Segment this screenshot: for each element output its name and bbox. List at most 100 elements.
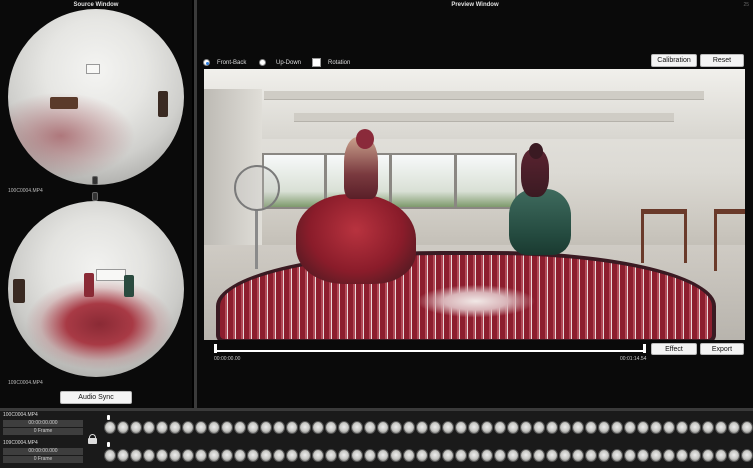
frame-thumbnail <box>104 421 116 434</box>
frame-thumbnail <box>442 421 454 434</box>
timeline-end-handle[interactable] <box>643 344 646 353</box>
rotation-label: Rotation <box>328 60 351 66</box>
ceiling-beam <box>294 113 674 122</box>
preview-timeline[interactable] <box>214 350 646 352</box>
frame-thumbnail <box>676 449 688 462</box>
frame-thumbnail <box>533 449 545 462</box>
frame-thumbnail <box>364 449 376 462</box>
track-2-timecode[interactable]: 00:00:00.000 <box>3 448 83 455</box>
track-1-thumbnails[interactable] <box>104 421 753 434</box>
effect-button[interactable]: Effect <box>651 343 697 355</box>
frame-thumbnail <box>611 449 623 462</box>
frame-thumbnail <box>637 449 649 462</box>
frame-thumbnail <box>130 449 142 462</box>
reset-button[interactable]: Reset <box>700 54 744 67</box>
frame-thumbnail <box>234 421 246 434</box>
frame-thumbnail <box>130 421 142 434</box>
track-2-name: 109C0004.MP4 <box>3 440 38 446</box>
frame-thumbnail <box>559 449 571 462</box>
up-down-radio[interactable] <box>259 59 266 66</box>
frame-thumbnail <box>273 421 285 434</box>
frame-thumbnail <box>468 449 480 462</box>
frame-thumbnail <box>273 449 285 462</box>
fisheye-musician <box>158 91 168 117</box>
preview-video[interactable] <box>204 69 745 340</box>
frame-thumbnail <box>351 421 363 434</box>
frame-thumbnail <box>650 421 662 434</box>
frame-thumbnail <box>585 449 597 462</box>
frame-thumbnail <box>403 421 415 434</box>
frame-thumbnail <box>728 421 740 434</box>
track-1-timecode[interactable]: 00:00:00.000 <box>3 420 83 427</box>
frame-thumbnail <box>221 421 233 434</box>
frame-thumbnail <box>117 449 129 462</box>
frame-thumbnail <box>689 449 701 462</box>
frame-thumbnail <box>156 449 168 462</box>
camera-2-marker <box>92 192 98 201</box>
ceiling-beam <box>264 91 704 100</box>
frame-thumbnail <box>247 449 259 462</box>
frame-thumbnail <box>520 449 532 462</box>
frame-thumbnail <box>637 421 649 434</box>
front-back-radio[interactable] <box>203 59 210 66</box>
frame-thumbnail <box>234 449 246 462</box>
audio-sync-button[interactable]: Audio Sync <box>60 391 132 404</box>
track-2-playhead[interactable] <box>107 442 110 447</box>
frame-thumbnail <box>507 449 519 462</box>
timeline-start-handle[interactable] <box>214 344 217 353</box>
lock-icon[interactable] <box>88 434 97 444</box>
frame-thumbnail <box>299 449 311 462</box>
frame-thumbnail <box>494 421 506 434</box>
frame-thumbnail <box>741 421 753 434</box>
frame-thumbnail <box>624 421 636 434</box>
track-2-frame[interactable]: 0 Frame <box>3 456 83 463</box>
persian-rug <box>216 251 716 340</box>
frame-thumbnail <box>377 421 389 434</box>
frame-thumbnail <box>377 449 389 462</box>
frame-thumbnail <box>260 421 272 434</box>
frame-thumbnail <box>572 449 584 462</box>
rotation-checkbox[interactable] <box>312 58 321 67</box>
source-camera-1-view[interactable] <box>8 9 184 185</box>
up-down-label: Up-Down <box>276 60 302 66</box>
wooden-stool <box>641 209 687 263</box>
frame-thumbnail <box>429 421 441 434</box>
corner-indicator: 25 <box>743 2 749 8</box>
frame-thumbnail <box>117 421 129 434</box>
track-1-frame[interactable]: 0 Frame <box>3 428 83 435</box>
frame-thumbnail <box>156 421 168 434</box>
frame-thumbnail <box>663 421 675 434</box>
frame-thumbnail <box>403 449 415 462</box>
frame-thumbnail <box>182 449 194 462</box>
frame-thumbnail <box>533 421 545 434</box>
frame-thumbnail <box>247 421 259 434</box>
frame-thumbnail <box>416 421 428 434</box>
frame-thumbnail <box>338 449 350 462</box>
track-1-name: 100C0004.MP4 <box>3 412 38 418</box>
frame-thumbnail <box>585 421 597 434</box>
fisheye-window <box>96 269 126 281</box>
track-2-thumbnails[interactable] <box>104 449 753 462</box>
frame-thumbnail <box>195 449 207 462</box>
calibration-button[interactable]: Calibration <box>651 54 697 67</box>
frame-thumbnail <box>455 449 467 462</box>
frame-thumbnail <box>559 421 571 434</box>
fisheye-musician <box>13 279 25 303</box>
frame-thumbnail <box>390 421 402 434</box>
frame-thumbnail <box>572 421 584 434</box>
camera-2-filename: 109C0004.MP4 <box>8 380 43 386</box>
export-button[interactable]: Export <box>700 343 744 355</box>
time-start-label: 00:00:00.00 <box>214 356 241 362</box>
frame-thumbnail <box>650 449 662 462</box>
time-end-label: 00:01:14.54 <box>620 356 647 362</box>
camera-1-marker <box>92 176 98 185</box>
frame-thumbnail <box>312 449 324 462</box>
frame-thumbnail <box>351 449 363 462</box>
window <box>262 153 517 209</box>
dancer-green-head <box>529 143 543 159</box>
fisheye-sofa <box>50 97 78 109</box>
source-window-title: Source Window <box>73 2 119 8</box>
source-camera-2-view[interactable] <box>8 201 184 377</box>
frame-thumbnail <box>455 421 467 434</box>
track-1-playhead[interactable] <box>107 415 110 420</box>
